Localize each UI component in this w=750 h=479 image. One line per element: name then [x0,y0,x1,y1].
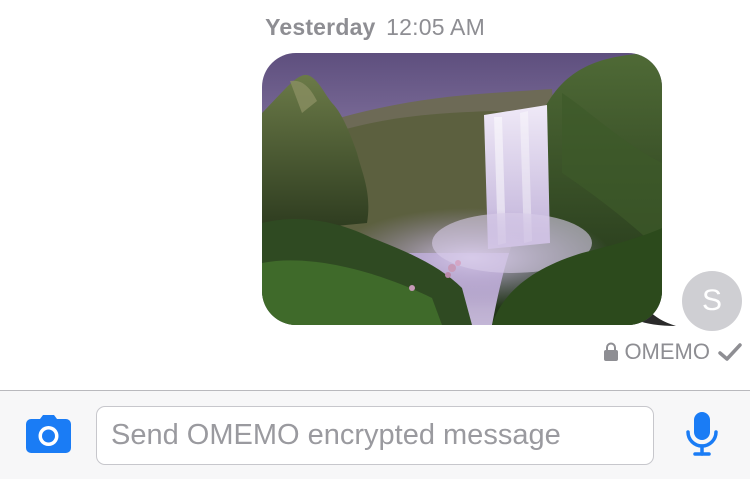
message-composer [0,390,750,479]
microphone-icon [686,412,718,456]
message-input[interactable] [96,406,654,465]
message-status: OMEMO [603,338,742,366]
checkmark-icon [718,343,742,361]
lock-icon [604,342,619,361]
avatar[interactable]: S [682,271,742,331]
camera-icon [26,415,71,453]
waterfall-photo [262,53,662,325]
microphone-button[interactable] [686,412,718,456]
outgoing-message-row: S OMEMO [0,0,750,390]
encryption-label: OMEMO [624,339,710,364]
image-message-bubble[interactable] [262,53,662,325]
camera-button[interactable] [26,415,71,453]
chat-area: Yesterday 12:05 AM S OMEMO [0,0,750,390]
